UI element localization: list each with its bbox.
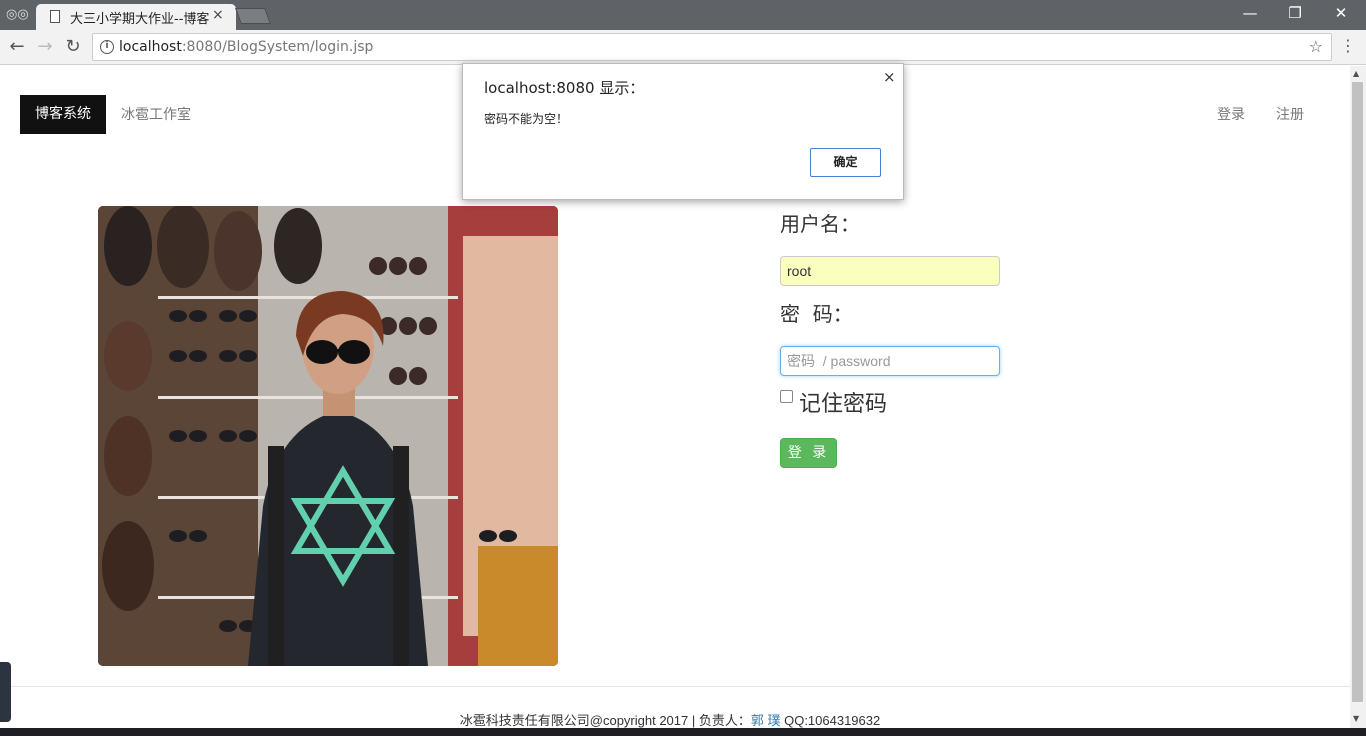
password-label: 密 码：: [780, 302, 853, 326]
url-text: localhost:8080/BlogSystem/login.jsp: [119, 39, 373, 55]
incognito-icon: ◎◎: [6, 7, 29, 22]
bookmark-star-icon[interactable]: ☆: [1309, 37, 1323, 56]
new-tab-button[interactable]: [235, 8, 271, 24]
username-input[interactable]: [780, 256, 1000, 286]
page-scrollbar[interactable]: ▲ ▼: [1350, 66, 1366, 728]
nav-studio-link[interactable]: 冰雹工作室: [121, 104, 191, 124]
scroll-up-icon[interactable]: ▲: [1353, 69, 1359, 78]
browser-toolbar: ← → ↻ i localhost:8080/BlogSystem/login.…: [0, 30, 1366, 65]
footer-qq: QQ:1064319632: [780, 713, 881, 728]
restore-icon[interactable]: ❐: [1285, 4, 1305, 22]
username-label: 用户名：: [780, 212, 860, 236]
footer-divider: [0, 686, 1350, 687]
scroll-thumb[interactable]: [1352, 82, 1363, 702]
os-taskbar: [0, 728, 1366, 736]
browser-tab[interactable]: 大三小学期大作业--博客 ×: [36, 4, 236, 30]
scroll-down-icon[interactable]: ▼: [1353, 714, 1359, 723]
footer: 冰雹科技责任有限公司@copyright 2017 | 负责人：郭 璞 QQ:1…: [0, 710, 1340, 729]
window-close-icon[interactable]: ✕: [1331, 4, 1351, 22]
alert-dialog: localhost:8080 显示： × 密码不能为空！ 确定: [462, 63, 904, 200]
tab-close-icon[interactable]: ×: [212, 7, 224, 23]
forward-icon[interactable]: →: [34, 36, 56, 57]
navbar-brand[interactable]: 博客系统: [20, 95, 106, 134]
side-gadget[interactable]: [0, 662, 11, 722]
reload-icon[interactable]: ↻: [62, 36, 84, 57]
browser-titlebar: ◎◎ 大三小学期大作业--博客 × — ❐ ✕: [0, 0, 1366, 30]
nav-login-link[interactable]: 登录: [1217, 104, 1245, 124]
tab-title: 大三小学期大作业--博客: [70, 12, 210, 27]
dialog-title: localhost:8080 显示：: [484, 79, 645, 97]
browser-menu-icon[interactable]: ⋮: [1340, 36, 1356, 55]
dialog-message: 密码不能为空！: [484, 112, 569, 126]
address-bar[interactable]: i localhost:8080/BlogSystem/login.jsp ☆: [92, 33, 1332, 61]
password-input[interactable]: [780, 346, 1000, 376]
profile-photo: [98, 206, 558, 666]
info-icon[interactable]: i: [100, 40, 114, 54]
minimize-icon[interactable]: —: [1240, 4, 1260, 22]
page-icon: [50, 10, 60, 23]
back-icon[interactable]: ←: [6, 36, 28, 57]
login-button[interactable]: 登 录: [780, 438, 837, 468]
url-host: localhost: [119, 39, 182, 55]
remember-label[interactable]: 记住密码: [799, 386, 887, 418]
url-path: :8080/BlogSystem/login.jsp: [181, 39, 374, 55]
footer-contact-link[interactable]: 郭 璞: [751, 713, 781, 728]
nav-register-link[interactable]: 注册: [1276, 104, 1304, 124]
footer-text: 冰雹科技责任有限公司@copyright 2017 | 负责人：: [459, 713, 751, 728]
dialog-close-icon[interactable]: ×: [883, 68, 896, 86]
dialog-ok-button[interactable]: 确定: [810, 148, 881, 177]
remember-checkbox[interactable]: [780, 390, 793, 403]
